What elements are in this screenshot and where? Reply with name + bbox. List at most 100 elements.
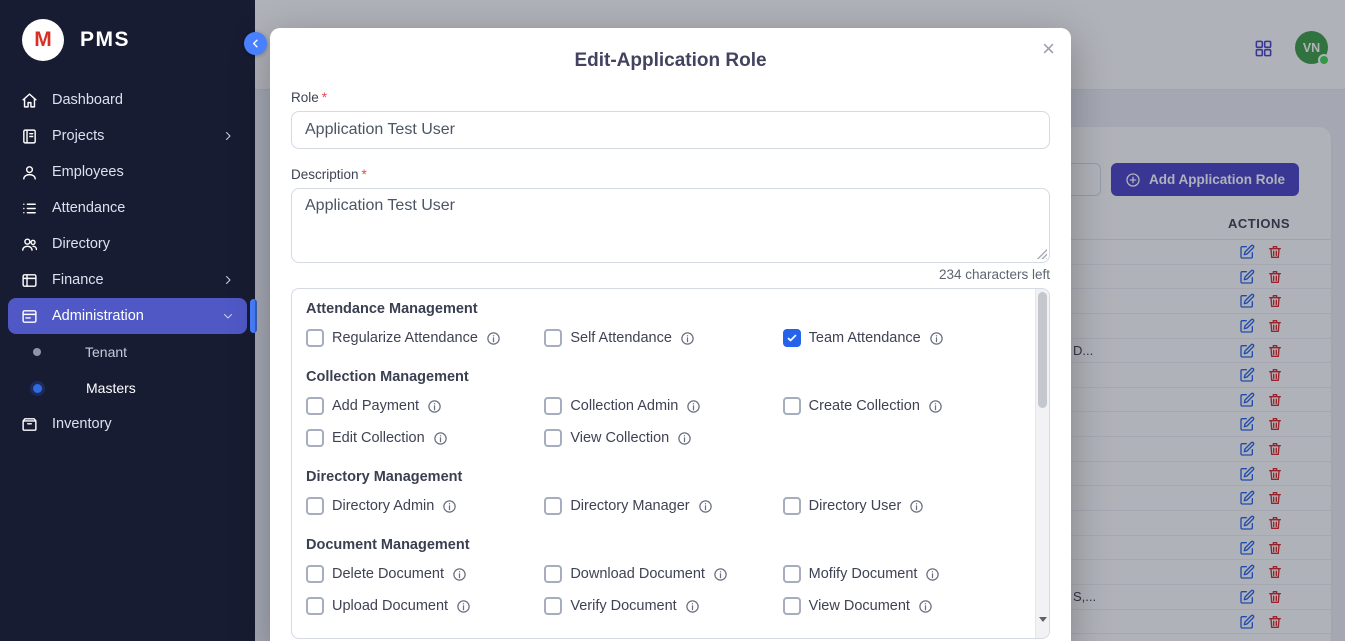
finance-icon bbox=[21, 272, 38, 289]
permission-label: Edit Collection bbox=[332, 430, 425, 446]
permission-section: Document Management Delete Document Downlo… bbox=[306, 537, 1015, 615]
permission-label: Directory Manager bbox=[570, 498, 689, 514]
permission-view-document[interactable]: View Document bbox=[783, 597, 1015, 615]
checkbox-icon[interactable] bbox=[544, 497, 562, 515]
checkbox-icon[interactable] bbox=[306, 429, 324, 447]
permission-label: Verify Document bbox=[570, 598, 676, 614]
chevron-right-icon bbox=[222, 130, 234, 142]
sidebar-item-dashboard[interactable]: Dashboard bbox=[8, 82, 247, 118]
close-icon[interactable]: × bbox=[1042, 38, 1055, 60]
permission-label: Create Collection bbox=[809, 398, 920, 414]
chevron-down-icon bbox=[222, 310, 234, 322]
sidebar-item-directory[interactable]: Directory bbox=[8, 226, 247, 262]
permission-label: Regularize Attendance bbox=[332, 330, 478, 346]
checkbox-icon[interactable] bbox=[783, 565, 801, 583]
info-icon bbox=[909, 499, 924, 514]
info-icon bbox=[452, 567, 467, 582]
info-icon bbox=[918, 599, 933, 614]
checkbox-icon[interactable] bbox=[783, 329, 801, 347]
permission-directory-manager[interactable]: Directory Manager bbox=[544, 497, 776, 515]
sidebar-item-label: Directory bbox=[52, 236, 110, 252]
permission-label: Delete Document bbox=[332, 566, 444, 582]
permission-create-collection[interactable]: Create Collection bbox=[783, 397, 1015, 415]
attendance-icon bbox=[21, 200, 38, 217]
info-icon bbox=[929, 331, 944, 346]
sidebar-item-label: Projects bbox=[52, 128, 104, 144]
employees-icon bbox=[21, 164, 38, 181]
checkbox-icon[interactable] bbox=[306, 329, 324, 347]
info-icon bbox=[677, 431, 692, 446]
permission-download-document[interactable]: Download Document bbox=[544, 565, 776, 583]
checkbox-icon[interactable] bbox=[783, 497, 801, 515]
permission-section: Attendance Management Regularize Attendan… bbox=[306, 301, 1015, 347]
info-icon bbox=[685, 599, 700, 614]
sidebar-subitem-tenant[interactable]: Tenant bbox=[0, 334, 255, 370]
directory-icon bbox=[21, 236, 38, 253]
permission-regularize-attendance[interactable]: Regularize Attendance bbox=[306, 329, 538, 347]
permission-self-attendance[interactable]: Self Attendance bbox=[544, 329, 776, 347]
info-icon bbox=[928, 399, 943, 414]
role-input[interactable] bbox=[291, 111, 1050, 149]
sidebar-item-label: Inventory bbox=[52, 416, 112, 432]
checkbox-icon[interactable] bbox=[306, 597, 324, 615]
sidebar-item-label: Finance bbox=[52, 272, 104, 288]
checkbox-icon[interactable] bbox=[306, 497, 324, 515]
permission-collection-admin[interactable]: Collection Admin bbox=[544, 397, 776, 415]
permission-label: Download Document bbox=[570, 566, 705, 582]
checkbox-icon[interactable] bbox=[544, 397, 562, 415]
info-icon bbox=[686, 399, 701, 414]
permission-upload-document[interactable]: Upload Document bbox=[306, 597, 538, 615]
permission-section-title: Attendance Management bbox=[306, 301, 1015, 317]
checkbox-icon[interactable] bbox=[544, 429, 562, 447]
sidebar-subitem-masters[interactable]: Masters bbox=[0, 370, 255, 406]
description-textarea[interactable] bbox=[291, 188, 1050, 263]
checkbox-icon[interactable] bbox=[306, 565, 324, 583]
checkbox-icon[interactable] bbox=[544, 329, 562, 347]
sidebar-item-finance[interactable]: Finance bbox=[8, 262, 247, 298]
brand-row: M PMS bbox=[0, 0, 255, 79]
scrollbar-down-button[interactable] bbox=[1036, 612, 1049, 626]
role-label: Role* bbox=[291, 90, 1050, 105]
permission-delete-document[interactable]: Delete Document bbox=[306, 565, 538, 583]
bullet-icon bbox=[33, 384, 42, 393]
permission-mofify-document[interactable]: Mofify Document bbox=[783, 565, 1015, 583]
sidebar-item-attendance[interactable]: Attendance bbox=[8, 190, 247, 226]
checkbox-icon[interactable] bbox=[544, 597, 562, 615]
sidebar-subitem-label: Masters bbox=[86, 380, 136, 396]
permission-label: Directory Admin bbox=[332, 498, 434, 514]
sidebar-item-administration[interactable]: Administration bbox=[8, 298, 247, 334]
permission-edit-collection[interactable]: Edit Collection bbox=[306, 429, 538, 447]
permission-section-title: Directory Management bbox=[306, 469, 1015, 485]
permission-label: Directory User bbox=[809, 498, 902, 514]
permission-directory-admin[interactable]: Directory Admin bbox=[306, 497, 538, 515]
permission-add-payment[interactable]: Add Payment bbox=[306, 397, 538, 415]
sidebar-item-label: Employees bbox=[52, 164, 124, 180]
checkbox-icon[interactable] bbox=[306, 397, 324, 415]
sidebar-item-inventory[interactable]: Inventory bbox=[8, 406, 247, 442]
checkbox-icon[interactable] bbox=[783, 397, 801, 415]
permission-verify-document[interactable]: Verify Document bbox=[544, 597, 776, 615]
sidebar-item-employees[interactable]: Employees bbox=[8, 154, 247, 190]
inventory-icon bbox=[21, 416, 38, 433]
permission-label: Team Attendance bbox=[809, 330, 921, 346]
permission-label: Collection Admin bbox=[570, 398, 678, 414]
permission-label: Add Payment bbox=[332, 398, 419, 414]
chevron-left-icon bbox=[250, 38, 261, 49]
scrollbar-thumb[interactable] bbox=[1038, 292, 1047, 408]
edit-application-role-modal: Edit-Application Role × Role* Descriptio… bbox=[270, 28, 1071, 641]
sidebar-collapse-button[interactable] bbox=[244, 32, 267, 55]
info-icon bbox=[925, 567, 940, 582]
permission-label: Mofify Document bbox=[809, 566, 918, 582]
checkbox-icon[interactable] bbox=[544, 565, 562, 583]
permission-directory-user[interactable]: Directory User bbox=[783, 497, 1015, 515]
permission-section-title: Document Management bbox=[306, 537, 1015, 553]
permissions-list: Attendance Management Regularize Attendan… bbox=[292, 289, 1049, 638]
info-icon bbox=[486, 331, 501, 346]
sidebar-item-projects[interactable]: Projects bbox=[8, 118, 247, 154]
permission-view-collection[interactable]: View Collection bbox=[544, 429, 776, 447]
sidebar-item-label: Dashboard bbox=[52, 92, 123, 108]
checkbox-icon[interactable] bbox=[783, 597, 801, 615]
scrollbar[interactable] bbox=[1035, 289, 1049, 638]
permission-team-attendance[interactable]: Team Attendance bbox=[783, 329, 1015, 347]
chevron-right-icon bbox=[222, 274, 234, 286]
